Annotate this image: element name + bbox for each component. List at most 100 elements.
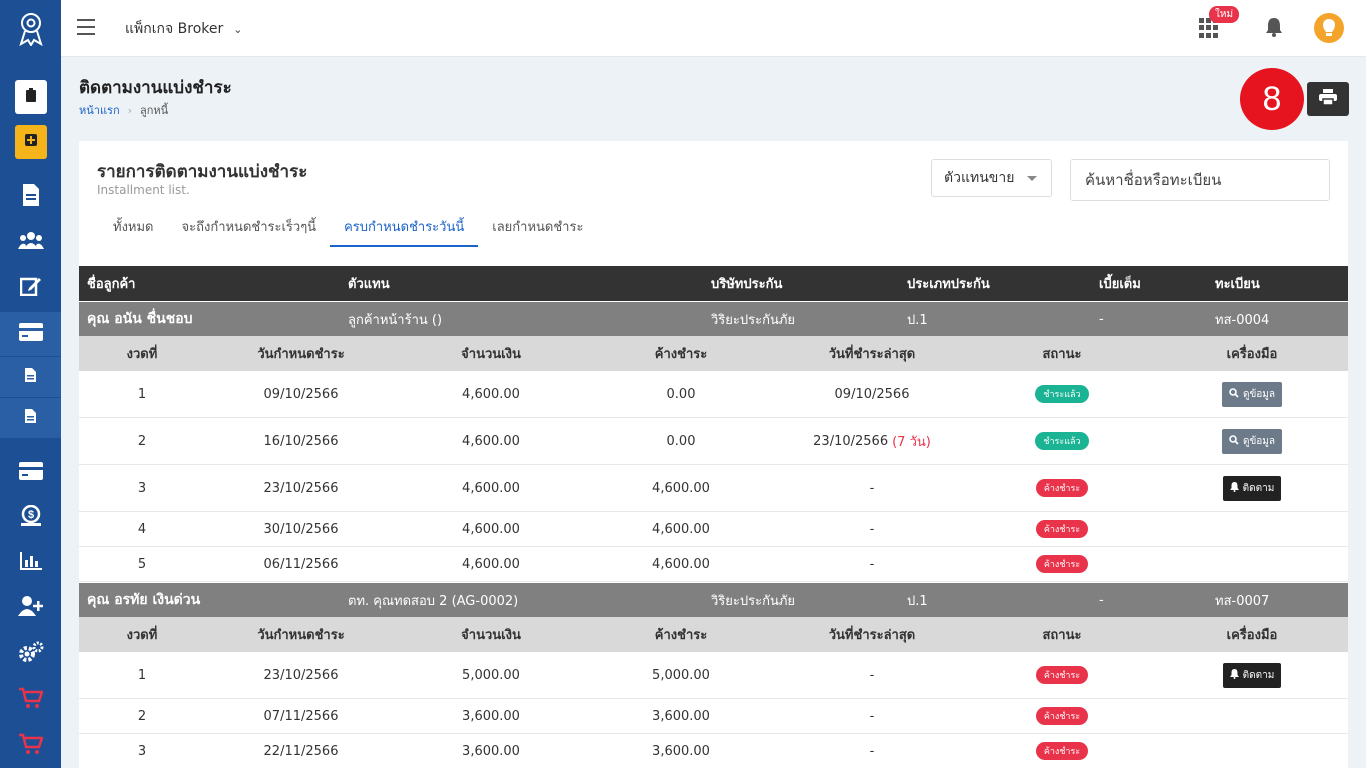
user-plus-icon	[17, 596, 44, 620]
agent-select-label: ตัวแทนขาย	[944, 170, 1015, 186]
sub-header-status: สถานะ	[1042, 628, 1082, 643]
sidebar-subitem-2[interactable]	[0, 398, 61, 438]
sidebar-item-documents[interactable]	[0, 175, 61, 219]
installment-due-date: 06/11/2566	[263, 556, 339, 572]
installment-sub-header: งวดที่ วันกำหนดชำระ จำนวนเงิน ค้างชำระ วันที…	[79, 336, 1348, 371]
installment-row: 2 07/11/2566 3,600.00 3,600.00 - ค้างชำระ	[79, 699, 1348, 734]
installment-last-paid: -	[869, 521, 875, 537]
bar-chart-icon	[19, 552, 42, 574]
tab-due-today[interactable]: ครบกำหนดชำระวันนี้	[330, 213, 479, 247]
tab-upcoming[interactable]: จะถึงกำหนดชำระเร็วๆนี้	[168, 213, 331, 247]
view-details-button[interactable]: ดูข้อมูล	[1221, 381, 1283, 407]
bell-icon[interactable]	[1265, 17, 1283, 41]
installment-outstanding: 5,000.00	[652, 667, 710, 683]
installment-number: 3	[137, 480, 147, 496]
sidebar-item-add-user[interactable]	[0, 586, 61, 630]
sub-header-amount: จำนวนเงิน	[461, 347, 521, 362]
sidebar-item-reports[interactable]	[0, 541, 61, 585]
cogs-icon	[18, 641, 44, 667]
header-premium: เบี้ยเต็ม	[1099, 277, 1141, 292]
package-select[interactable]: แพ็กเกจ Broker ⌄	[125, 18, 242, 40]
installment-number: 5	[137, 556, 147, 572]
installment-row: 4 30/10/2566 4,600.00 4,600.00 - ค้างชำระ	[79, 512, 1348, 547]
breadcrumb-separator-icon: ›	[127, 103, 133, 117]
sidebar-item-payments[interactable]	[0, 451, 61, 495]
tab-overdue[interactable]: เลยกำหนดชำระ	[478, 213, 597, 247]
tool-button-label: ดูข้อมูล	[1242, 435, 1276, 447]
bell-icon	[1229, 668, 1239, 682]
customer-agent: ตท. คุณทดสอบ 2 (AG-0002)	[348, 593, 519, 609]
tab-all[interactable]: ทั้งหมด	[99, 213, 168, 247]
customer-plate: ทส-0007	[1215, 593, 1270, 609]
status-badge: ค้างชำระ	[1035, 666, 1089, 684]
installment-amount: 4,600.00	[462, 386, 520, 402]
header-plate: ทะเบียน	[1215, 277, 1260, 292]
sidebar-item-add[interactable]	[0, 120, 61, 164]
avatar[interactable]	[1314, 13, 1344, 43]
tool-button-label: ติดตาม	[1242, 482, 1275, 494]
print-button[interactable]	[1307, 82, 1349, 116]
installment-amount: 4,600.00	[462, 556, 520, 572]
sidebar-item-cart-2[interactable]	[0, 724, 61, 768]
page-title: ติดตามงานแบ่งชำระ	[79, 78, 232, 98]
header-company: บริษัทประกัน	[711, 277, 783, 292]
installment-number: 1	[137, 386, 147, 402]
customer-insurance-type: ป.1	[907, 593, 928, 609]
installment-due-date: 09/10/2566	[263, 386, 339, 402]
sidebar: $	[0, 0, 61, 768]
installment-number: 3	[137, 743, 147, 759]
installment-last-paid: 09/10/2566	[834, 386, 910, 402]
sub-header-no: งวดที่	[126, 347, 158, 362]
customer-row[interactable]: คุณ อรทัย เงินด่วน ตท. คุณทดสอบ 2 (AG-000…	[79, 582, 1348, 617]
sidebar-item-finance[interactable]: $	[0, 496, 61, 540]
customer-company: วิริยะประกันภัย	[711, 593, 796, 609]
status-badge: ค้างชำระ	[1035, 555, 1089, 573]
agent-select[interactable]: ตัวแทนขาย	[931, 159, 1052, 197]
customer-company: วิริยะประกันภัย	[711, 312, 796, 328]
sidebar-item-cart-1[interactable]	[0, 678, 61, 722]
status-badge: ชำระแล้ว	[1035, 385, 1089, 403]
sidebar-item-edit[interactable]	[0, 266, 61, 310]
logo-icon[interactable]	[0, 0, 61, 58]
sidebar-item-users[interactable]	[0, 220, 61, 264]
installment-number: 1	[137, 667, 147, 683]
card-title: รายการติดตามงานแบ่งชำระ	[97, 162, 308, 182]
customer-name: คุณ อรทัย เงินด่วน	[87, 592, 201, 608]
customer-row[interactable]: คุณ อนัน ชื่นชอบ ลูกค้าหน้าร้าน () วิริยะป…	[79, 301, 1348, 336]
installment-row: 3 22/11/2566 3,600.00 3,600.00 - ค้างชำระ	[79, 734, 1348, 768]
customer-agent: ลูกค้าหน้าร้าน ()	[348, 312, 443, 328]
installment-due-date: 30/10/2566	[263, 521, 339, 537]
installment-amount: 3,600.00	[462, 708, 520, 724]
installment-amount: 4,600.00	[462, 433, 520, 449]
breadcrumb-home[interactable]: หน้าแรก	[79, 101, 120, 119]
print-icon	[1319, 89, 1337, 109]
follow-up-button[interactable]: ติดตาม	[1222, 662, 1282, 688]
cart-icon	[18, 733, 44, 759]
installment-amount: 4,600.00	[462, 521, 520, 537]
installment-due-date: 23/10/2566	[263, 480, 339, 496]
sub-header-last-paid: วันที่ชำระล่าสุด	[828, 347, 916, 362]
search-input[interactable]	[1070, 159, 1330, 201]
tool-button-label: ดูข้อมูล	[1242, 388, 1276, 400]
sub-header-tools: เครื่องมือ	[1226, 347, 1278, 362]
money-bag-icon: $	[20, 504, 42, 531]
menu-toggle-icon[interactable]	[77, 19, 95, 35]
status-badge: ค้างชำระ	[1035, 742, 1089, 760]
follow-up-button[interactable]: ติดตาม	[1222, 475, 1282, 501]
sidebar-item-settings[interactable]	[0, 632, 61, 676]
users-icon	[17, 231, 44, 253]
installment-last-paid: -	[869, 667, 875, 683]
sidebar-item-clipboard[interactable]	[0, 75, 61, 119]
view-details-button[interactable]: ดูข้อมูล	[1221, 428, 1283, 454]
installment-row: 1 09/10/2566 4,600.00 0.00 09/10/2566 ชำระแล้…	[79, 371, 1348, 418]
breadcrumb-current: ลูกหนี้	[140, 104, 169, 117]
status-badge: ค้างชำระ	[1035, 707, 1089, 725]
sidebar-subitem-1[interactable]	[0, 357, 61, 397]
installment-due-date: 07/11/2566	[263, 708, 339, 724]
status-badge: ค้างชำระ	[1035, 520, 1089, 538]
search-icon	[1229, 387, 1239, 401]
sidebar-item-installments[interactable]	[0, 312, 61, 356]
installment-last-paid: -	[869, 556, 875, 572]
file-icon	[22, 184, 40, 210]
edit-icon	[19, 276, 42, 300]
